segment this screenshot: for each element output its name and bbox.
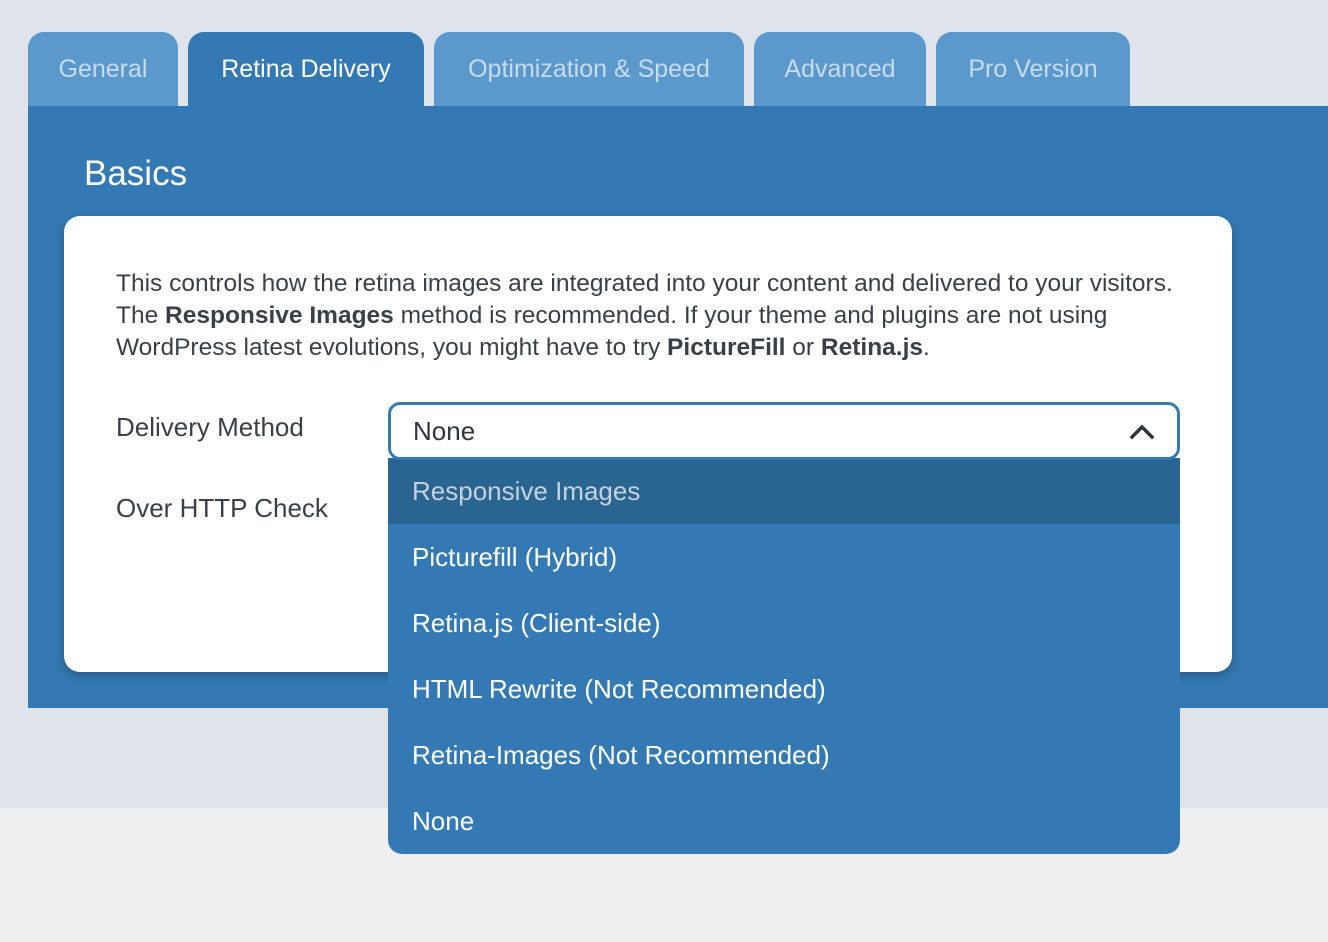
section-description: This controls how the retina images are … (116, 268, 1176, 364)
delivery-method-dropdown: Responsive Images Picturefill (Hybrid) R… (388, 458, 1180, 854)
option-picturefill[interactable]: Picturefill (Hybrid) (388, 524, 1180, 590)
description-text: or (785, 334, 821, 361)
selected-value: None (413, 415, 476, 446)
tab-advanced[interactable]: Advanced (754, 32, 926, 106)
tab-retina-delivery[interactable]: Retina Delivery (188, 32, 424, 106)
description-emphasis: Responsive Images (165, 302, 394, 329)
description-text: . (923, 334, 930, 361)
section-title: Basics (84, 154, 188, 193)
chevron-up-icon (1129, 424, 1155, 440)
tab-general[interactable]: General (28, 32, 178, 106)
delivery-method-label: Delivery Method (116, 412, 304, 442)
option-retina-images[interactable]: Retina-Images (Not Recommended) (388, 722, 1180, 788)
option-retina-js[interactable]: Retina.js (Client-side) (388, 590, 1180, 656)
description-emphasis: Retina.js (820, 334, 924, 361)
over-http-check-label: Over HTTP Check (116, 493, 328, 523)
option-responsive-images[interactable]: Responsive Images (388, 458, 1180, 524)
option-html-rewrite[interactable]: HTML Rewrite (Not Recommended) (388, 656, 1180, 722)
tab-optimization-speed[interactable]: Optimization & Speed (434, 32, 744, 106)
description-emphasis: PictureFill (667, 334, 786, 361)
delivery-method-select[interactable]: None (388, 402, 1180, 460)
tab-pro-version[interactable]: Pro Version (936, 32, 1130, 106)
option-none[interactable]: None (388, 788, 1180, 854)
tab-bar: General Retina Delivery Optimization & S… (28, 32, 1130, 106)
